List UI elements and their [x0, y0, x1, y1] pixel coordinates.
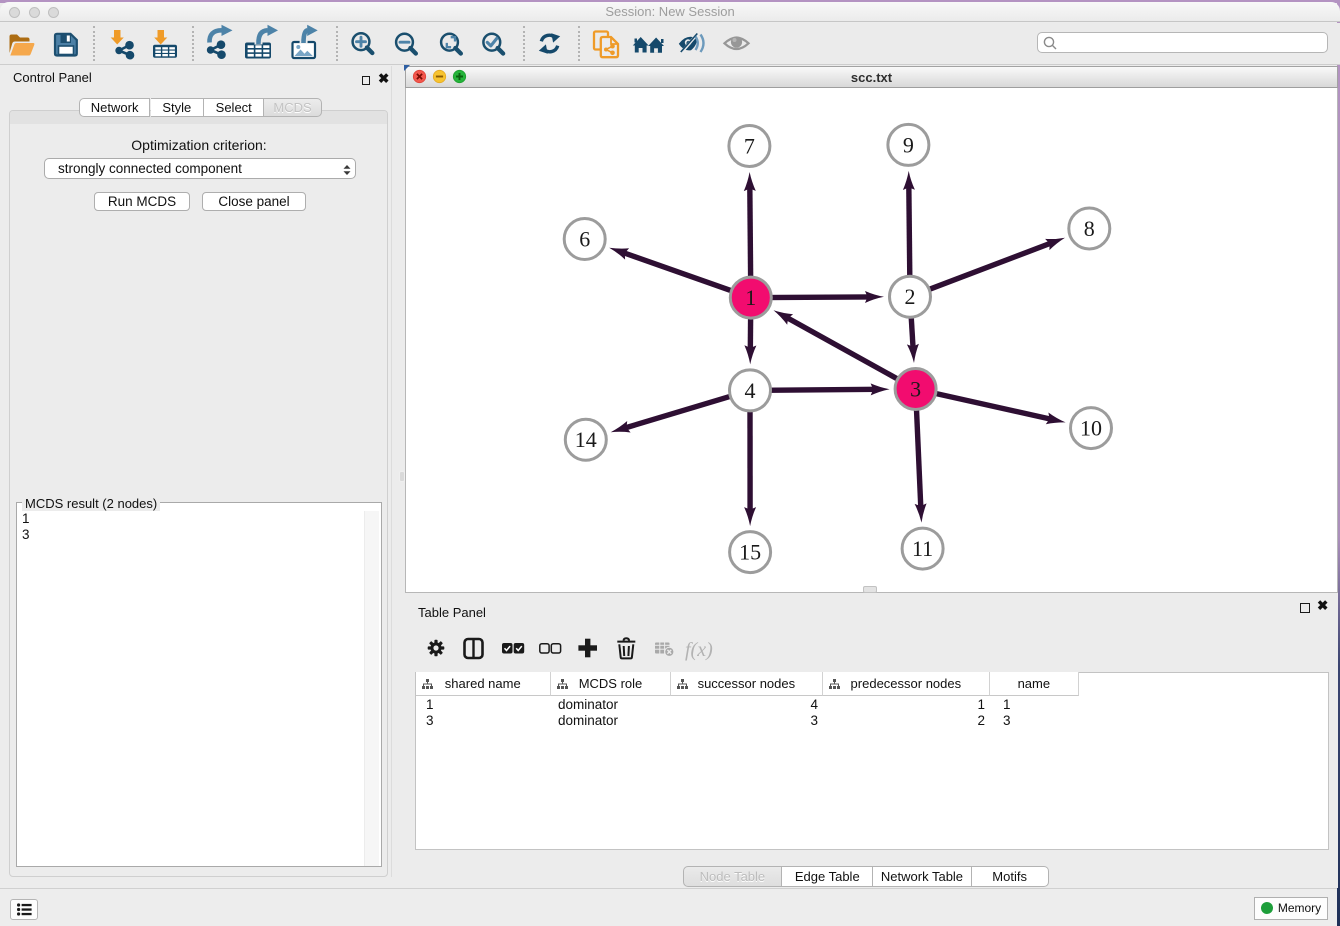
svg-text:15: 15: [739, 540, 761, 565]
svg-text:6: 6: [579, 227, 590, 252]
svg-text:f(x): f(x): [685, 639, 713, 661]
svg-text:2: 2: [905, 284, 916, 309]
svg-text:9: 9: [903, 132, 914, 157]
svg-text:11: 11: [912, 536, 933, 561]
svg-text:8: 8: [1084, 216, 1095, 241]
svg-text:1: 1: [745, 285, 756, 310]
svg-text:4: 4: [745, 378, 756, 403]
svg-text:7: 7: [744, 134, 755, 159]
svg-text:3: 3: [910, 377, 921, 402]
svg-text:14: 14: [575, 427, 597, 452]
svg-text:10: 10: [1080, 416, 1102, 441]
